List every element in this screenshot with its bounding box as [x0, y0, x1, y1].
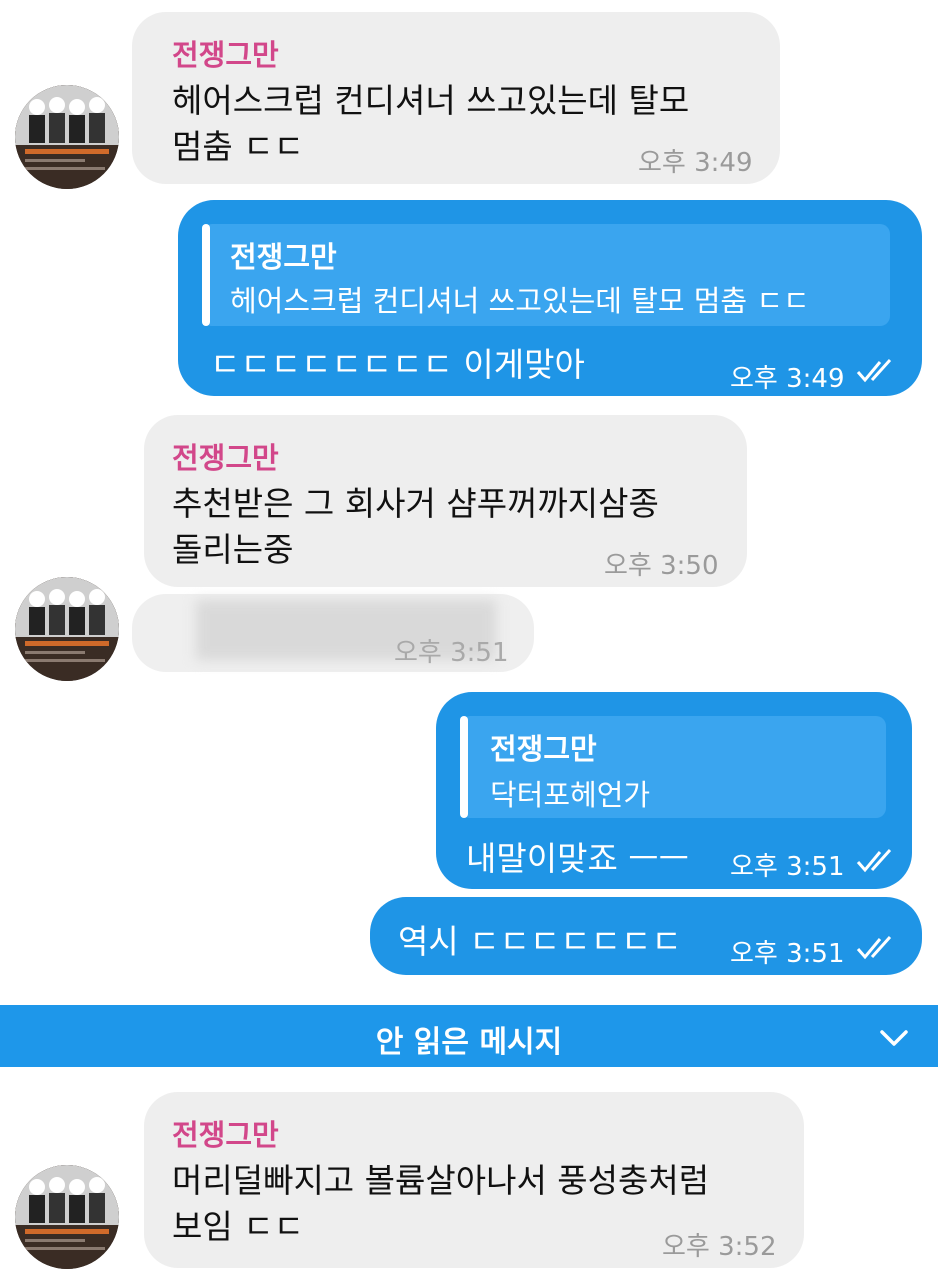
message-text-line: 돌리는중: [172, 530, 294, 569]
message-bubble-incoming[interactable]: 전쟁그만 머리덜빠지고 볼륨살아나서 풍성충처럼 보임 ㄷㄷ 오후 3:52: [144, 1092, 804, 1268]
message-text-line: 멈춤 ㄷㄷ: [172, 127, 304, 166]
reply-quote[interactable]: 전쟁그만 닥터포헤언가: [460, 716, 886, 818]
message-bubble-incoming-redacted[interactable]: 오후 3:51: [132, 594, 534, 672]
message-text: 내말이맞죠 ㅡㅡ: [466, 839, 690, 878]
message-time: 오후 3:50: [604, 551, 719, 581]
message-bubble-outgoing[interactable]: 전쟁그만 닥터포헤언가 내말이맞죠 ㅡㅡ 오후 3:51: [436, 692, 912, 889]
double-check-icon: [856, 935, 892, 960]
sender-name[interactable]: 전쟁그만: [172, 435, 279, 477]
message-time: 오후 3:51: [730, 939, 845, 969]
quote-sender-name: 전쟁그만: [490, 732, 597, 766]
quote-text: 헤어스크럽 컨디셔너 쓰고있는데 탈모 멈춤 ㄷㄷ: [230, 284, 810, 318]
quote-sender-name: 전쟁그만: [230, 240, 337, 274]
quote-text: 닥터포헤언가: [490, 778, 651, 812]
chevron-down-icon[interactable]: [878, 1027, 910, 1049]
double-check-icon: [856, 848, 892, 873]
message-time: 오후 3:49: [638, 148, 753, 178]
reply-quote[interactable]: 전쟁그만 헤어스크럽 컨디셔너 쓰고있는데 탈모 멈춤 ㄷㄷ: [202, 224, 890, 326]
sender-avatar[interactable]: [15, 85, 119, 189]
sender-avatar[interactable]: [15, 577, 119, 681]
message-bubble-outgoing[interactable]: 역시 ㄷㄷㄷㄷㄷㄷㄷ 오후 3:51: [370, 897, 922, 975]
double-check-icon: [856, 358, 892, 383]
message-bubble-incoming[interactable]: 전쟁그만 헤어스크럽 컨디셔너 쓰고있는데 탈모 멈춤 ㄷㄷ 오후 3:49: [132, 12, 780, 184]
message-text: ㄷㄷㄷㄷㄷㄷㄷㄷ 이게맞아: [210, 345, 585, 384]
message-time: 오후 3:49: [730, 364, 845, 394]
message-time: 오후 3:51: [730, 852, 845, 882]
message-text-line: 머리덜빠지고 볼륨살아나서 풍성충처럼: [172, 1161, 710, 1200]
sender-name[interactable]: 전쟁그만: [172, 32, 279, 74]
message-text-line: 추천받은 그 회사거 샴푸꺼까지삼종: [172, 484, 659, 523]
quote-bar: [460, 716, 468, 818]
unread-banner-label: 안 읽은 메시지: [375, 1025, 563, 1060]
message-time: 오후 3:51: [394, 638, 509, 668]
message-text-line: 헤어스크럽 컨디셔너 쓰고있는데 탈모: [172, 81, 690, 120]
sender-avatar[interactable]: [15, 1165, 119, 1269]
message-bubble-incoming[interactable]: 전쟁그만 추천받은 그 회사거 샴푸꺼까지삼종 돌리는중 오후 3:50: [144, 415, 747, 587]
quote-bar: [202, 224, 210, 326]
message-text-line: 보임 ㄷㄷ: [172, 1207, 304, 1246]
message-text: 역시 ㄷㄷㄷㄷㄷㄷㄷ: [398, 922, 682, 961]
unread-messages-banner[interactable]: 안 읽은 메시지: [0, 1005, 938, 1067]
message-time: 오후 3:52: [662, 1232, 777, 1262]
message-bubble-outgoing[interactable]: 전쟁그만 헤어스크럽 컨디셔너 쓰고있는데 탈모 멈춤 ㄷㄷ ㄷㄷㄷㄷㄷㄷㄷㄷ …: [178, 200, 922, 396]
sender-name[interactable]: 전쟁그만: [172, 1112, 279, 1154]
